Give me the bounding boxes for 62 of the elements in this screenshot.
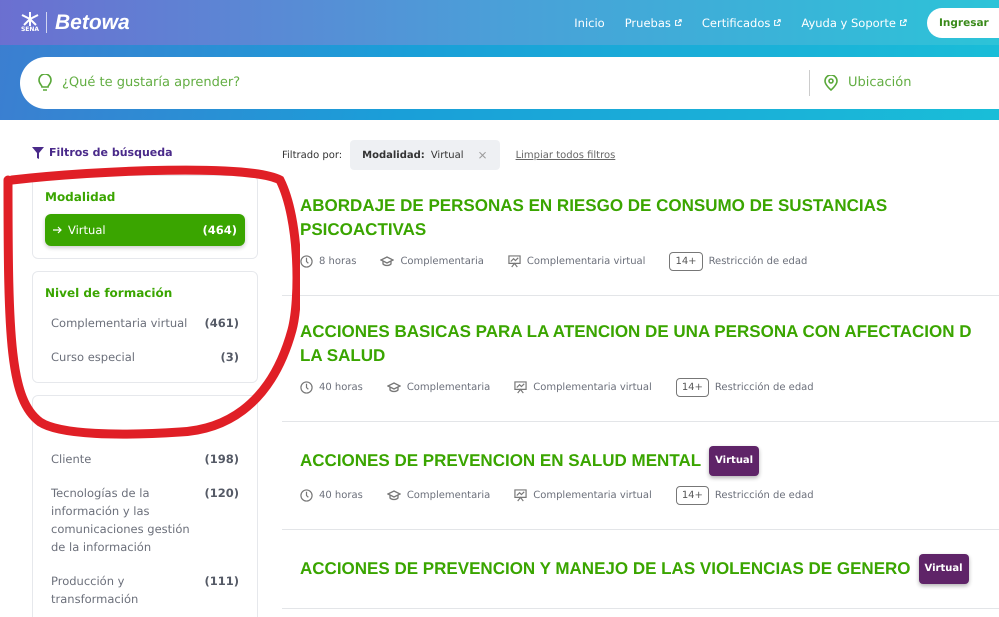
- external-link-icon: [899, 18, 907, 26]
- graduation-cap-icon: [386, 490, 401, 501]
- nav-link[interactable]: Pruebas: [624, 16, 682, 30]
- filters-title: Filtros de búsqueda: [49, 146, 173, 159]
- clear-filters-link[interactable]: Limpiar todos filtros: [516, 150, 616, 160]
- course-title[interactable]: LA SALUD: [300, 344, 386, 368]
- login-button[interactable]: Ingresar: [927, 8, 999, 38]
- lightbulb-icon: [38, 74, 52, 92]
- age-badge: 14+: [676, 486, 709, 505]
- arrow-right-icon: [53, 226, 62, 234]
- nav-link[interactable]: Inicio: [574, 16, 605, 30]
- course-type: Complementaria virtual: [533, 382, 652, 393]
- filter-option[interactable]: Virtual (464): [45, 214, 245, 246]
- presentation-board-icon: [514, 489, 528, 502]
- clock-icon: [300, 255, 313, 268]
- chip-key: Modalidad:: [362, 150, 425, 160]
- filter-group-title: Nivel de formación: [45, 286, 174, 300]
- course-type: Complementaria virtual: [526, 256, 646, 267]
- filter-option[interactable]: Complementaria virtual (461): [45, 310, 245, 336]
- course-duration: 8 horas: [319, 256, 356, 267]
- presentation-board-icon: [514, 381, 528, 394]
- filter-option[interactable]: Producción y transformación (111): [45, 568, 245, 612]
- course-level: Complementaria: [406, 490, 490, 501]
- clock-icon: [300, 381, 313, 394]
- graduation-cap-icon: [380, 256, 394, 267]
- filtered-by-label: Filtrado por:: [282, 150, 342, 160]
- remove-filter-button[interactable]: ×: [478, 148, 488, 162]
- clock-icon: [300, 489, 313, 502]
- modality-badge: Virtual: [709, 446, 760, 476]
- course-title[interactable]: ACCIONES DE PREVENCION Y MANEJO DE LAS VIOLENCIAS DE GENERO: [300, 557, 911, 581]
- filter-group-title: Modalidad: [45, 190, 116, 204]
- search-field[interactable]: ¿Qué te gustaría aprender?: [20, 56, 809, 108]
- age-restriction: Restricción de edad: [708, 256, 808, 267]
- modality-badge: Virtual: [918, 554, 969, 584]
- course-title[interactable]: PSICOACTIVAS: [300, 218, 426, 242]
- nav-link[interactable]: Certificados: [702, 16, 782, 30]
- course-duration: 40 horas: [319, 490, 363, 501]
- age-restriction: Restricción de edad: [714, 490, 814, 501]
- brand-name: Betowa: [55, 10, 130, 34]
- course-level: Complementaria: [406, 382, 490, 393]
- course-title[interactable]: ACCIONES DE PREVENCION EN SALUD MENTAL: [300, 449, 702, 473]
- external-link-icon: [674, 18, 682, 26]
- chip-value: Virtual: [430, 150, 464, 160]
- logo-icon: [20, 12, 40, 26]
- filter-option[interactable]: Curso especial (3): [45, 344, 245, 370]
- course-duration: 40 horas: [319, 382, 363, 393]
- age-badge: 14+: [676, 378, 709, 397]
- location-field[interactable]: Ubicación: [809, 56, 999, 108]
- filter-option[interactable]: Tecnologías de la información y las comunicaciones gestión de la información (120): [45, 480, 245, 560]
- location-pin-icon: [824, 74, 838, 90]
- nav-link[interactable]: Ayuda y Soporte: [801, 16, 907, 30]
- external-link-icon: [773, 18, 782, 26]
- course-title[interactable]: ABORDAJE DE PERSONAS EN RIESGO DE CONSUMO DE SUSTANCIAS: [300, 194, 888, 218]
- course-level: Complementaria: [400, 256, 484, 267]
- course-type: Complementaria virtual: [533, 490, 652, 501]
- course-title[interactable]: ACCIONES BASICAS PARA LA ATENCION DE UNA PERSONA CON AFECTACION D: [300, 320, 972, 344]
- age-restriction: Restricción de edad: [714, 382, 814, 393]
- filter-icon: [32, 146, 44, 158]
- graduation-cap-icon: [386, 382, 401, 393]
- presentation-board-icon: [508, 255, 521, 268]
- age-badge: 14+: [669, 252, 703, 271]
- filter-option[interactable]: Cliente (198): [45, 446, 245, 472]
